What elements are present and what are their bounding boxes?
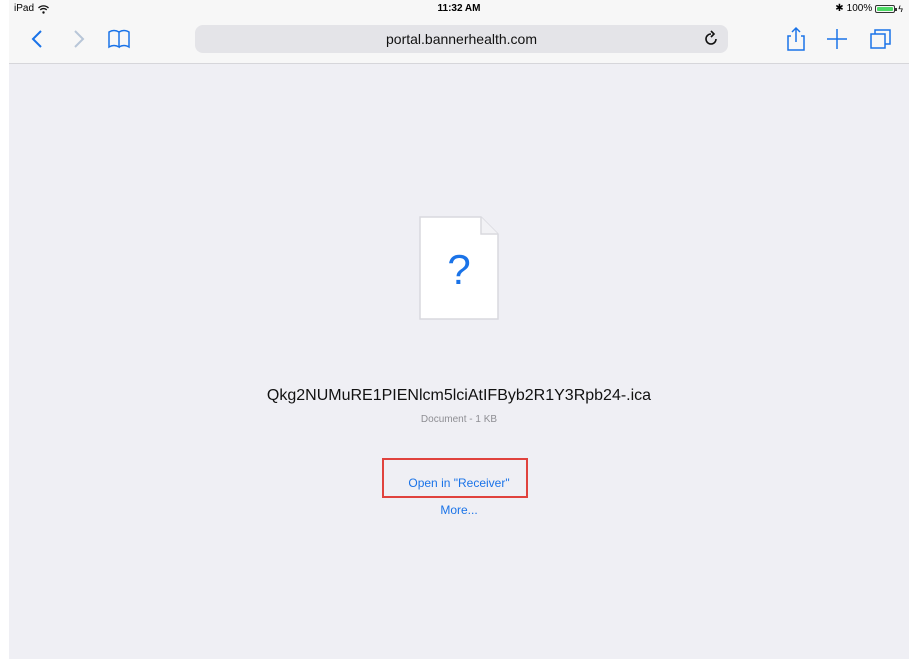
status-time: 11:32 AM (437, 3, 481, 14)
reload-icon[interactable] (702, 30, 720, 48)
browser-nav-row: portal.bannerhealth.com (9, 22, 909, 56)
battery-icon (875, 5, 898, 13)
unknown-file-icon: ? (419, 216, 499, 320)
tabs-icon[interactable] (867, 25, 895, 53)
question-mark-glyph: ? (447, 246, 470, 293)
url-text: portal.bannerhealth.com (386, 31, 537, 47)
file-meta: Document - 1 KB (420, 414, 498, 425)
browser-window: iPad 11:32 AM ✱ 100% ϟ portal.bannerheal… (9, 0, 909, 659)
address-bar[interactable]: portal.bannerhealth.com (195, 25, 728, 53)
plus-icon[interactable] (823, 25, 851, 53)
battery-percent: 100% (846, 3, 873, 14)
book-icon[interactable] (105, 25, 133, 53)
file-name: Qkg2NUMuRE1PIENlcm5lciAtIFByb2R1Y3Rpb24-… (266, 387, 652, 404)
chevron-right-icon[interactable] (64, 25, 92, 53)
bluetooth-icon: ✱ (835, 3, 844, 14)
share-icon[interactable] (782, 25, 810, 53)
open-in-receiver-button[interactable]: Open in "Receiver" (9, 476, 909, 490)
chevron-left-icon[interactable] (24, 25, 52, 53)
browser-top-bar: iPad 11:32 AM ✱ 100% ϟ portal.bannerheal… (9, 0, 909, 64)
status-right: ✱ 100% ϟ (835, 0, 903, 18)
more-button[interactable]: More... (9, 503, 909, 517)
download-page: ? Qkg2NUMuRE1PIENlcm5lciAtIFByb2R1Y3Rpb2… (9, 64, 909, 659)
charging-icon: ϟ (898, 4, 903, 14)
status-bar: iPad 11:32 AM ✱ 100% ϟ (9, 0, 909, 18)
